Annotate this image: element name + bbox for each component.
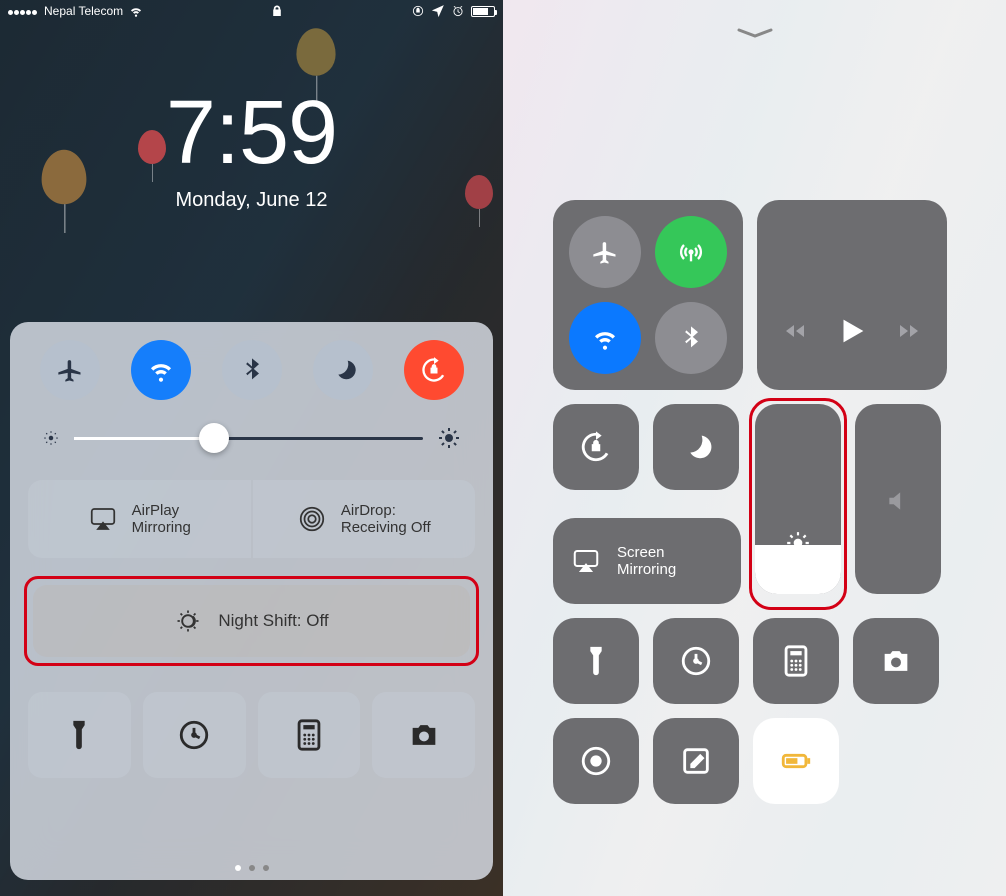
flashlight-icon bbox=[62, 718, 96, 752]
rotation-lock-toggle[interactable] bbox=[404, 340, 464, 400]
volume-icon bbox=[885, 488, 911, 514]
camera-icon bbox=[407, 718, 441, 752]
prev-track-button[interactable] bbox=[783, 319, 807, 348]
timer-icon bbox=[679, 644, 713, 678]
calculator-tile[interactable] bbox=[753, 618, 839, 704]
lock-date: Monday, June 12 bbox=[0, 189, 503, 212]
notes-tile[interactable] bbox=[653, 718, 739, 804]
dnd-tile[interactable] bbox=[653, 404, 739, 490]
grabber-icon[interactable] bbox=[735, 26, 775, 45]
wifi-toggle[interactable] bbox=[131, 340, 191, 400]
toggle-row bbox=[24, 340, 479, 400]
rotation-lock-status-icon bbox=[411, 4, 425, 18]
wifi-icon bbox=[129, 4, 143, 18]
airdrop-button[interactable]: AirDrop: Receiving Off bbox=[253, 480, 476, 558]
slider-fill bbox=[74, 437, 214, 440]
location-icon bbox=[431, 4, 445, 18]
control-center-ios11[interactable]: Screen Mirroring bbox=[553, 200, 956, 856]
timer-tile[interactable] bbox=[653, 618, 739, 704]
cellular-toggle[interactable] bbox=[655, 216, 727, 288]
brightness-low-icon bbox=[42, 429, 60, 447]
lock-clock: 7:59 Monday, June 12 bbox=[0, 82, 503, 212]
alarm-icon bbox=[451, 4, 465, 18]
brightness-slider-ios11[interactable] bbox=[755, 404, 841, 594]
lock-time: 7:59 bbox=[0, 82, 503, 185]
volume-slider-ios11[interactable] bbox=[855, 404, 941, 594]
share-row: AirPlay Mirroring AirDrop: Receiving Off bbox=[28, 480, 475, 558]
battery-icon bbox=[471, 6, 495, 17]
notes-icon bbox=[679, 744, 713, 778]
airplay-icon bbox=[88, 504, 118, 534]
control-center-ios10[interactable]: AirPlay Mirroring AirDrop: Receiving Off… bbox=[10, 322, 493, 880]
flashlight-tile[interactable] bbox=[553, 618, 639, 704]
timer-icon bbox=[177, 718, 211, 752]
wifi-toggle-ios11[interactable] bbox=[569, 302, 641, 374]
screen-record-tile[interactable] bbox=[553, 718, 639, 804]
airplane-toggle[interactable] bbox=[40, 340, 100, 400]
camera-tile[interactable] bbox=[853, 618, 939, 704]
connectivity-card[interactable] bbox=[553, 200, 743, 390]
night-shift-label: Night Shift: Off bbox=[218, 611, 328, 631]
ios11-screenshot: Screen Mirroring bbox=[503, 0, 1006, 896]
dnd-toggle[interactable] bbox=[313, 340, 373, 400]
timer-button[interactable] bbox=[143, 692, 246, 778]
night-shift-button[interactable]: Night Shift: Off bbox=[33, 585, 470, 657]
flashlight-button[interactable] bbox=[28, 692, 131, 778]
screen-mirroring-label: Screen Mirroring bbox=[617, 544, 676, 579]
screen-mirroring-tile[interactable]: Screen Mirroring bbox=[553, 518, 741, 604]
slider-track[interactable] bbox=[74, 437, 423, 440]
night-shift-icon bbox=[174, 607, 202, 635]
airdrop-label: AirDrop: Receiving Off bbox=[341, 502, 431, 537]
flashlight-icon bbox=[579, 644, 613, 678]
page-dots bbox=[10, 858, 493, 876]
status-bar: Nepal Telecom bbox=[0, 0, 503, 22]
calculator-icon bbox=[292, 718, 326, 752]
media-card[interactable] bbox=[757, 200, 947, 390]
calculator-icon bbox=[779, 644, 813, 678]
signal-dots-icon bbox=[8, 4, 38, 18]
brightness-slider[interactable] bbox=[42, 426, 461, 450]
airplane-toggle-ios11[interactable] bbox=[569, 216, 641, 288]
shortcut-row bbox=[24, 692, 479, 778]
camera-button[interactable] bbox=[372, 692, 475, 778]
highlight-ios10: Night Shift: Off bbox=[24, 576, 479, 666]
record-icon bbox=[579, 744, 613, 778]
camera-icon bbox=[879, 644, 913, 678]
next-track-button[interactable] bbox=[897, 319, 921, 348]
play-button[interactable] bbox=[835, 314, 869, 353]
low-power-tile[interactable] bbox=[753, 718, 839, 804]
carrier-label: Nepal Telecom bbox=[44, 4, 123, 18]
ios10-screenshot: Nepal Telecom 7:59 Monday, June 12 bbox=[0, 0, 503, 896]
bluetooth-toggle[interactable] bbox=[222, 340, 282, 400]
brightness-high-icon bbox=[437, 426, 461, 450]
battery-low-power-icon bbox=[779, 744, 813, 778]
airdrop-icon bbox=[297, 504, 327, 534]
lock-icon bbox=[270, 4, 284, 18]
rotation-lock-tile[interactable] bbox=[553, 404, 639, 490]
brightness-icon bbox=[785, 530, 811, 556]
slider-thumb[interactable] bbox=[199, 423, 229, 453]
balloon-deco bbox=[296, 28, 335, 76]
bluetooth-toggle-ios11[interactable] bbox=[655, 302, 727, 374]
airplay-mirroring-button[interactable]: AirPlay Mirroring bbox=[28, 480, 251, 558]
airplay-label: AirPlay Mirroring bbox=[132, 502, 191, 537]
mirror-icon bbox=[571, 546, 601, 576]
calculator-button[interactable] bbox=[258, 692, 361, 778]
